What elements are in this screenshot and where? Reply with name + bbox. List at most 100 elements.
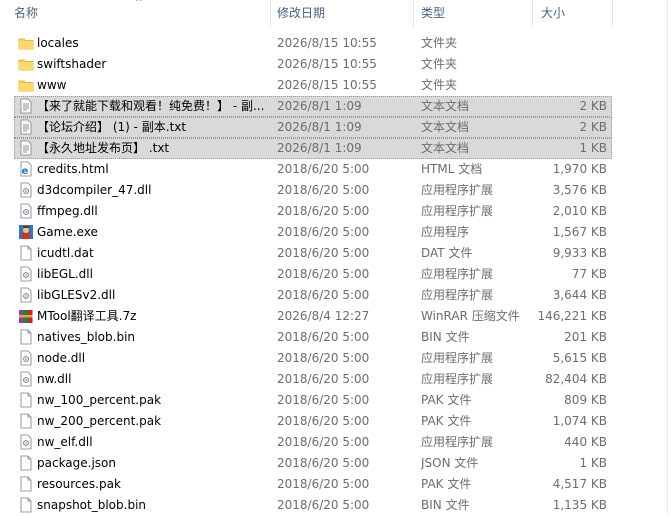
file-type: 文件夹 xyxy=(421,36,458,50)
file-name[interactable]: Game.exe xyxy=(37,222,267,243)
file-name[interactable]: 【论坛介绍】 (1) - 副本.txt xyxy=(37,117,267,138)
file-row[interactable]: 【来了就能下载和观看！纯免费！】 - 副... 2026/8/1 1:09 文本… xyxy=(0,96,671,117)
file-name[interactable]: libGLESv2.dll xyxy=(37,285,267,306)
file-modified-date: 2018/6/20 5:00 xyxy=(277,246,370,260)
file-name[interactable]: swiftshader xyxy=(37,54,267,75)
file-type: 应用程序扩展 xyxy=(421,204,494,218)
file-row[interactable]: d3dcompiler_47.dll 2018/6/20 5:00 应用程序扩展… xyxy=(0,180,671,201)
file-row[interactable]: 【永久地址发布页】 .txt 2026/8/1 1:09 文本文档 1 KB xyxy=(0,138,671,159)
text-file-icon xyxy=(18,98,34,114)
file-modified-date: 2018/6/20 5:00 xyxy=(277,330,370,344)
file-name[interactable]: natives_blob.bin xyxy=(37,327,267,348)
column-header-type[interactable]: 类型 xyxy=(421,0,526,27)
file-row[interactable]: swiftshader 2026/8/15 10:55 文件夹 xyxy=(0,54,671,75)
file-name[interactable]: locales xyxy=(37,33,267,54)
file-name[interactable]: 【来了就能下载和观看！纯免费！】 - 副... xyxy=(37,96,267,117)
file-type: 文件夹 xyxy=(421,57,458,71)
file-size: 1,074 KB xyxy=(552,414,607,428)
file-row[interactable]: icudtl.dat 2018/6/20 5:00 DAT 文件 9,933 K… xyxy=(0,243,671,264)
file-type: DAT 文件 xyxy=(421,246,473,260)
svg-text:e: e xyxy=(22,166,29,177)
folder-icon xyxy=(18,56,34,72)
file-modified-date: 2018/6/20 5:00 xyxy=(277,183,370,197)
file-modified-date: 2026/8/1 1:09 xyxy=(277,99,362,113)
file-row[interactable]: e credits.html 2018/6/20 5:00 HTML 文档 1,… xyxy=(0,159,671,180)
file-size: 3,576 KB xyxy=(552,183,607,197)
column-divider[interactable] xyxy=(532,0,533,27)
file-modified-date: 2026/8/15 10:55 xyxy=(277,57,377,71)
file-row[interactable]: package.json 2018/6/20 5:00 JSON 文件 1 KB xyxy=(0,453,671,474)
file-size: 201 KB xyxy=(564,330,607,344)
file-modified-date: 2018/6/20 5:00 xyxy=(277,498,370,512)
file-name[interactable]: 【永久地址发布页】 .txt xyxy=(37,138,267,159)
file-name[interactable]: ffmpeg.dll xyxy=(37,201,267,222)
file-modified-date: 2018/6/20 5:00 xyxy=(277,162,370,176)
blank-file-icon xyxy=(18,245,34,261)
file-name[interactable]: node.dll xyxy=(37,348,267,369)
column-divider[interactable] xyxy=(612,0,613,27)
file-modified-date: 2018/6/20 5:00 xyxy=(277,204,370,218)
file-name[interactable]: nw_elf.dll xyxy=(37,432,267,453)
file-type: 文本文档 xyxy=(421,99,470,113)
file-size: 9,933 KB xyxy=(552,246,607,260)
file-row[interactable]: nw_100_percent.pak 2018/6/20 5:00 PAK 文件… xyxy=(0,390,671,411)
column-header-date[interactable]: 修改日期 xyxy=(277,0,407,27)
file-type: PAK 文件 xyxy=(421,477,472,491)
file-row[interactable]: www 2026/8/15 10:55 文件夹 xyxy=(0,75,671,96)
file-type: JSON 文件 xyxy=(421,456,479,470)
file-modified-date: 2018/6/20 5:00 xyxy=(277,435,370,449)
file-size: 3,644 KB xyxy=(552,288,607,302)
file-name[interactable]: www xyxy=(37,75,267,96)
file-row[interactable]: nw.dll 2018/6/20 5:00 应用程序扩展 82,404 KB xyxy=(0,369,671,390)
file-name[interactable]: d3dcompiler_47.dll xyxy=(37,180,267,201)
folder-icon xyxy=(18,35,34,51)
file-size: 440 KB xyxy=(564,435,607,449)
column-divider[interactable] xyxy=(413,0,414,27)
text-file-icon xyxy=(18,119,34,135)
file-name[interactable]: MTool翻译工具.7z xyxy=(37,306,267,327)
file-size xyxy=(536,75,607,96)
file-modified-date: 2018/6/20 5:00 xyxy=(277,477,370,491)
file-type: 应用程序扩展 xyxy=(421,372,494,386)
column-header-name[interactable]: 名称 xyxy=(14,0,269,27)
file-row[interactable]: ffmpeg.dll 2018/6/20 5:00 应用程序扩展 2,010 K… xyxy=(0,201,671,222)
text-file-icon xyxy=(18,140,34,156)
file-row[interactable]: 【论坛介绍】 (1) - 副本.txt 2026/8/1 1:09 文本文档 2… xyxy=(0,117,671,138)
game-exe-icon xyxy=(18,224,34,240)
dll-file-icon xyxy=(18,371,34,387)
file-name[interactable]: nw_100_percent.pak xyxy=(37,390,267,411)
file-row[interactable]: snapshot_blob.bin 2018/6/20 5:00 BIN 文件 … xyxy=(0,495,671,516)
file-size: 2,010 KB xyxy=(552,204,607,218)
file-row[interactable]: nw_elf.dll 2018/6/20 5:00 应用程序扩展 440 KB xyxy=(0,432,671,453)
file-modified-date: 2026/8/4 12:27 xyxy=(277,309,370,323)
file-row[interactable]: node.dll 2018/6/20 5:00 应用程序扩展 5,615 KB xyxy=(0,348,671,369)
file-type: PAK 文件 xyxy=(421,393,472,407)
file-size: 1,135 KB xyxy=(552,498,607,512)
file-type: 应用程序扩展 xyxy=(421,288,494,302)
file-name[interactable]: nw_200_percent.pak xyxy=(37,411,267,432)
file-name[interactable]: resources.pak xyxy=(37,474,267,495)
file-row[interactable]: resources.pak 2018/6/20 5:00 PAK 文件 4,51… xyxy=(0,474,671,495)
file-modified-date: 2026/8/1 1:09 xyxy=(277,141,362,155)
file-name[interactable]: credits.html xyxy=(37,159,267,180)
file-type: 文本文档 xyxy=(421,120,470,134)
column-divider[interactable] xyxy=(270,0,271,27)
file-name[interactable]: libEGL.dll xyxy=(37,264,267,285)
file-size: 809 KB xyxy=(564,393,607,407)
file-row[interactable]: nw_200_percent.pak 2018/6/20 5:00 PAK 文件… xyxy=(0,411,671,432)
file-row[interactable]: MTool翻译工具.7z 2026/8/4 12:27 WinRAR 压缩文件 … xyxy=(0,306,671,327)
file-row[interactable]: libGLESv2.dll 2018/6/20 5:00 应用程序扩展 3,64… xyxy=(0,285,671,306)
file-row[interactable]: libEGL.dll 2018/6/20 5:00 应用程序扩展 77 KB xyxy=(0,264,671,285)
file-size xyxy=(536,33,607,54)
file-name[interactable]: nw.dll xyxy=(37,369,267,390)
file-modified-date: 2018/6/20 5:00 xyxy=(277,456,370,470)
file-row[interactable]: locales 2026/8/15 10:55 文件夹 xyxy=(0,33,671,54)
file-name[interactable]: snapshot_blob.bin xyxy=(37,495,267,516)
file-row[interactable]: natives_blob.bin 2018/6/20 5:00 BIN 文件 2… xyxy=(0,327,671,348)
column-header-size[interactable]: 大小 xyxy=(541,0,601,27)
file-name[interactable]: icudtl.dat xyxy=(37,243,267,264)
file-modified-date: 2018/6/20 5:00 xyxy=(277,414,370,428)
file-name[interactable]: package.json xyxy=(37,453,267,474)
file-row[interactable]: Game.exe 2018/6/20 5:00 应用程序 1,567 KB xyxy=(0,222,671,243)
file-size: 4,517 KB xyxy=(552,477,607,491)
